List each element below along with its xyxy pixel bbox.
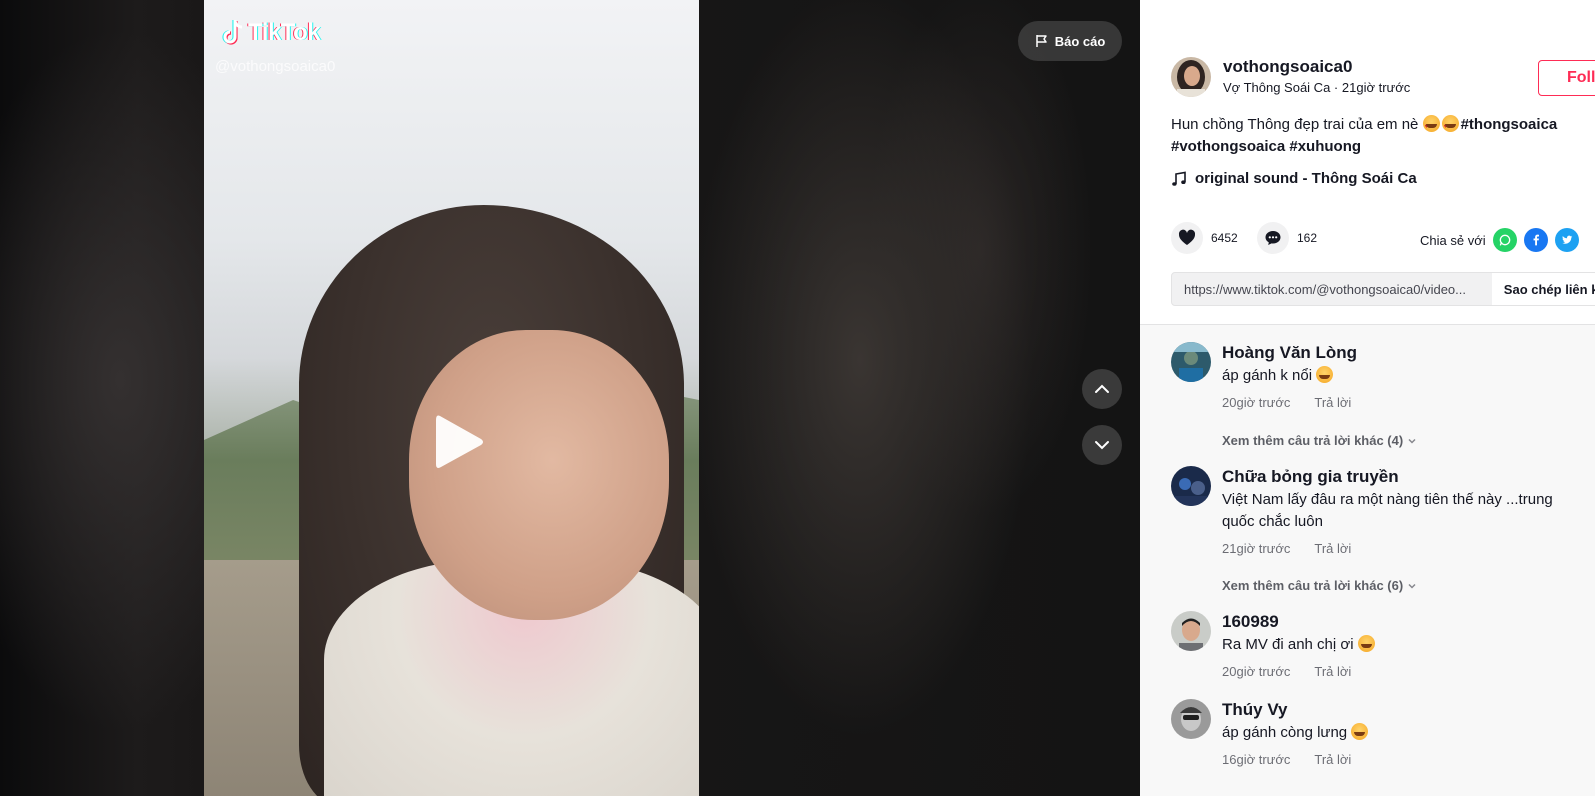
music-link[interactable]: original sound - Thông Soái Ca <box>1171 170 1417 187</box>
comment-text-content: áp gánh còng lưng <box>1222 724 1348 741</box>
comment-text-content: áp gánh k nổi <box>1222 367 1313 384</box>
tiktok-logo-icon <box>222 19 243 45</box>
next-video-button[interactable] <box>1082 425 1122 465</box>
view-more-replies-label: Xem thêm câu trả lời khác (4) <box>1222 433 1404 448</box>
comment-time: 21giờ trước <box>1222 541 1291 556</box>
comment-action[interactable]: 162 <box>1257 222 1317 254</box>
reply-button[interactable]: Trả lời <box>1314 664 1351 679</box>
author-avatar-image <box>1171 56 1211 97</box>
comment-button[interactable] <box>1257 222 1289 254</box>
report-label: Báo cáo <box>1054 33 1106 49</box>
commenter-avatar-image <box>1171 611 1211 651</box>
view-more-replies-label: Xem thêm câu trả lời khác (6) <box>1222 578 1404 593</box>
commenter-name[interactable]: Thúy Vy <box>1222 699 1582 721</box>
commenter-name[interactable]: Hoàng Văn Lòng <box>1222 342 1582 364</box>
meta-separator: · <box>1333 80 1342 95</box>
comment-text: Ra MV đi anh chị ơi <box>1222 634 1582 656</box>
facebook-icon[interactable] <box>1523 228 1548 252</box>
commenter-name[interactable]: 160989 <box>1222 611 1582 633</box>
heart-eyes-emoji <box>1422 115 1440 138</box>
comment-time: 16giờ trước <box>1222 752 1291 767</box>
comment-bubble-icon <box>1265 231 1281 245</box>
music-note-icon <box>1172 171 1186 186</box>
hashtag-link[interactable]: #thongsoaica <box>1461 116 1558 133</box>
view-more-replies-button[interactable]: Xem thêm câu trả lời khác (6) <box>1222 578 1417 593</box>
commenter-avatar-image <box>1171 342 1211 382</box>
follow-button[interactable]: Follow <box>1538 60 1595 96</box>
author-subline: Vợ Thông Soái Ca · 21giờ trước <box>1223 79 1410 97</box>
twitter-icon[interactable] <box>1554 228 1579 252</box>
commenter-name[interactable]: Chữa bỏng gia truyền <box>1222 466 1582 488</box>
tiktok-watermark: TikTok <box>220 18 321 48</box>
laughing-emoji <box>1316 366 1334 383</box>
author-info[interactable]: vothongsoaica0 Vợ Thông Soái Ca · 21giờ … <box>1171 56 1410 97</box>
comment-count: 162 <box>1297 231 1318 245</box>
copy-link-button[interactable]: Sao chép liên kết <box>1491 273 1595 305</box>
comment-text: áp gánh k nổi <box>1222 365 1582 387</box>
play-icon[interactable] <box>432 412 486 472</box>
commenter-avatar[interactable] <box>1171 342 1211 382</box>
comment-text: áp gánh còng lưng <box>1222 722 1582 744</box>
commenter-avatar-image <box>1171 699 1211 739</box>
video-frame[interactable] <box>204 0 699 796</box>
chevron-down-icon <box>1095 441 1109 450</box>
action-bar: 6452 162 Chia sẻ với <box>1171 222 1591 254</box>
like-count: 6452 <box>1211 231 1238 245</box>
share-link-text[interactable]: https://www.tiktok.com/@vothongsoaica0/v… <box>1172 282 1492 297</box>
flag-icon <box>1035 35 1047 47</box>
heart-icon <box>1178 229 1196 245</box>
commenter-avatar[interactable] <box>1171 466 1211 506</box>
share-label: Chia sẻ với <box>1420 232 1486 248</box>
author-username[interactable]: vothongsoaica0 <box>1223 56 1410 78</box>
grinning-emoji <box>1357 635 1375 652</box>
hashtag-link[interactable]: #xuhuong <box>1289 138 1361 155</box>
report-button[interactable]: Báo cáo <box>1018 21 1122 61</box>
music-title: original sound - Thông Soái Ca <box>1195 170 1417 187</box>
whatsapp-icon[interactable] <box>1492 228 1517 252</box>
video-watermark-handle: @vothongsoaica0 <box>215 58 336 75</box>
chevron-down-icon <box>1408 438 1416 444</box>
share-options: Chia sẻ với <box>1420 228 1579 252</box>
author-avatar[interactable] <box>1171 56 1211 97</box>
like-action[interactable]: 6452 <box>1171 222 1238 254</box>
author-display-name: Vợ Thông Soái Ca <box>1223 80 1331 95</box>
previous-video-button[interactable] <box>1082 369 1122 409</box>
video-caption: Hun chồng Thông đẹp trai của em nè #thon… <box>1171 114 1591 158</box>
laughing-emoji <box>1351 723 1369 740</box>
like-button[interactable] <box>1171 222 1203 254</box>
comment-time: 20giờ trước <box>1222 395 1291 410</box>
side-panel: vothongsoaica0 Vợ Thông Soái Ca · 21giờ … <box>1140 0 1595 796</box>
reply-button[interactable]: Trả lời <box>1314 752 1351 767</box>
reply-button[interactable]: Trả lời <box>1314 541 1351 556</box>
chevron-up-icon <box>1095 384 1109 393</box>
follow-label: Follow <box>1567 69 1595 86</box>
commenter-avatar[interactable] <box>1171 611 1211 651</box>
reply-button[interactable]: Trả lời <box>1314 395 1351 410</box>
caption-text: Hun chồng Thông đẹp trai của em nè <box>1171 116 1419 133</box>
heart-eyes-emoji <box>1441 115 1459 138</box>
view-more-replies-button[interactable]: Xem thêm câu trả lời khác (4) <box>1222 433 1417 448</box>
comment-time: 20giờ trước <box>1222 664 1291 679</box>
comment-text-content: Ra MV đi anh chị ơi <box>1222 636 1354 653</box>
video-person-face <box>409 330 669 620</box>
chevron-down-icon <box>1408 583 1416 589</box>
hashtag-link[interactable]: #vothongsoaica <box>1171 138 1285 155</box>
commenter-avatar-image <box>1171 466 1211 506</box>
video-area[interactable]: TikTok @vothongsoaica0 Báo cáo <box>0 0 1140 796</box>
tiktok-logo-text: TikTok <box>248 19 321 46</box>
share-link-box: https://www.tiktok.com/@vothongsoaica0/v… <box>1171 272 1595 306</box>
comment-text: Việt Nam lấy đâu ra một nàng tiên thế nà… <box>1222 491 1553 530</box>
commenter-avatar[interactable] <box>1171 699 1211 739</box>
posted-time: 21giờ trước <box>1341 80 1411 95</box>
